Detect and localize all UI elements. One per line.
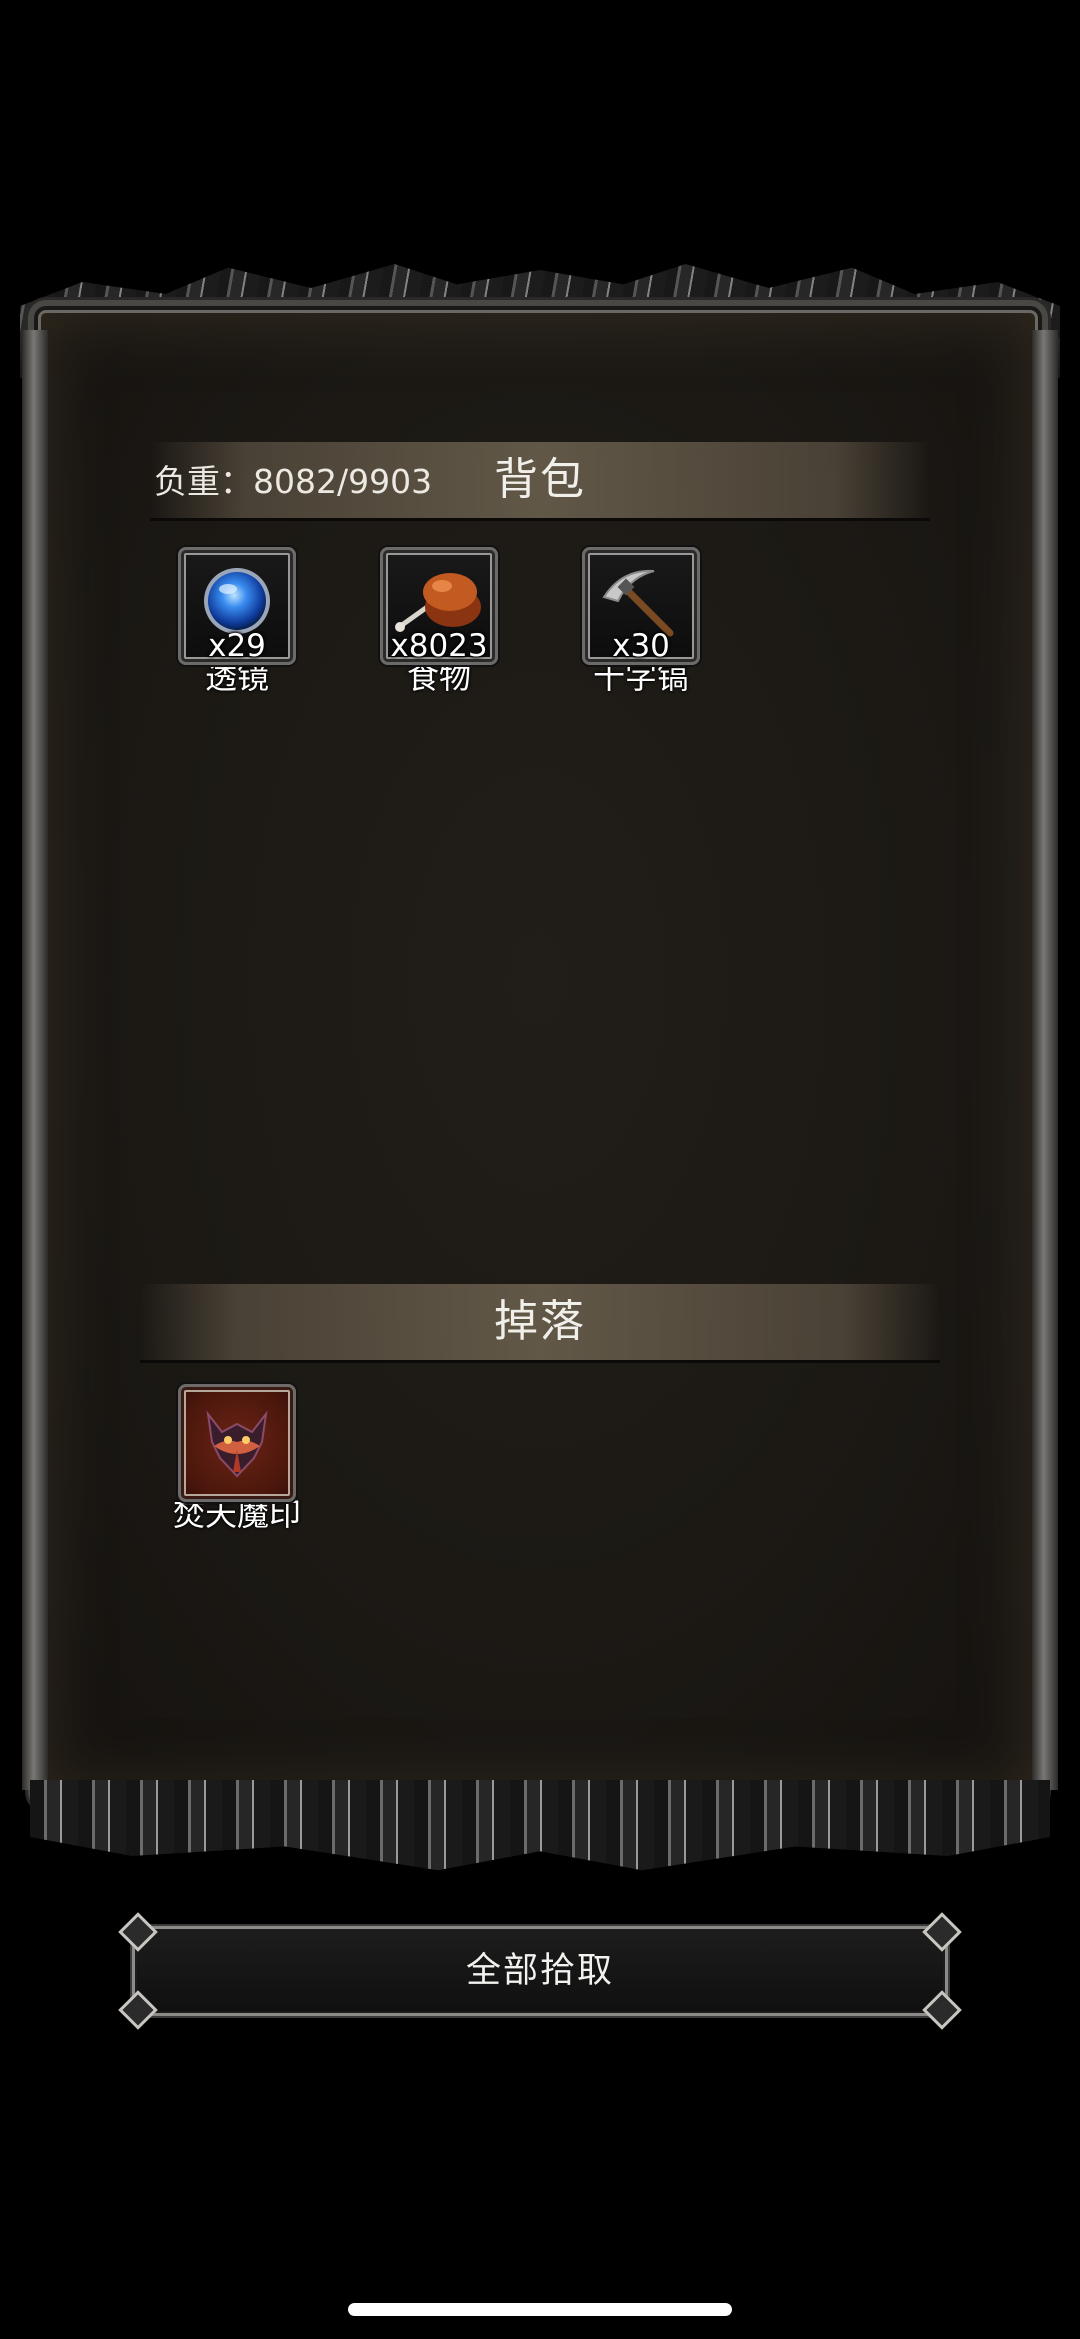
inventory-panel [28,300,1048,1810]
backpack-item-lens[interactable]: x29 透镜 [167,547,307,695]
backpack-header: 负重：8082/9903 背包 [150,442,930,521]
pickup-all-button[interactable]: 全部拾取 [118,1912,962,2030]
backpack-item-pickaxe[interactable]: x30 十字镐 [571,547,711,695]
item-slot: x30 [582,547,700,665]
item-slot: x29 [178,547,296,665]
home-indicator[interactable] [348,2303,732,2316]
frame-ornament-right [1032,330,1058,1790]
item-slot [178,1384,296,1502]
item-slot: x8023 [380,547,498,665]
drops-title: 掉落 [494,1296,586,1347]
item-quantity: x30 [612,628,670,664]
frame-ornament-bottom [30,1780,1050,1871]
demon-seal-icon [206,1410,268,1478]
pickup-all-label: 全部拾取 [465,1951,614,1991]
frame-ornament-left [22,330,48,1790]
item-quantity: x8023 [390,628,488,664]
backpack-title: 背包 [494,454,586,505]
drop-item-demon-seal[interactable]: 焚天魔印 [167,1384,307,1532]
item-quantity: x29 [208,628,266,664]
backpack-item-food[interactable]: x8023 食物 [369,547,509,695]
drops-header: 掉落 [140,1284,940,1363]
